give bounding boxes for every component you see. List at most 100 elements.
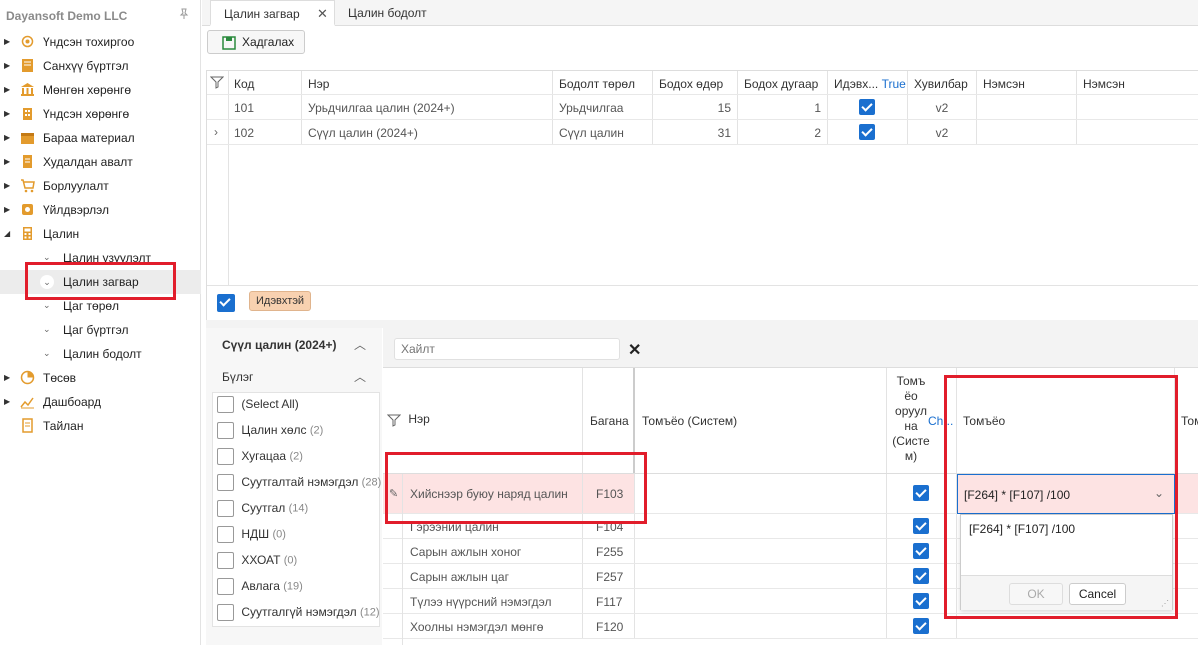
cell-version[interactable]: v2: [908, 120, 977, 144]
sidebar-item-production[interactable]: ▶ Үйлдвэрлэл: [0, 198, 201, 222]
cell-code[interactable]: 102: [229, 120, 302, 144]
ledger-icon: [20, 58, 35, 73]
cell-column[interactable]: F255: [583, 539, 635, 563]
clear-search-icon[interactable]: ✕: [628, 340, 641, 360]
expand-arrow-icon[interactable]: ▶: [4, 61, 10, 70]
splitter[interactable]: [206, 320, 1198, 328]
sidebar-item-dashboard[interactable]: ▶ Дашбоард: [0, 390, 201, 414]
column-header[interactable]: Бодох дугаар: [738, 71, 828, 94]
collapse-arrow-icon[interactable]: ◢: [4, 229, 10, 238]
cell-type[interactable]: Сүүл цалин: [553, 120, 653, 144]
option-item[interactable]: НДШ (0): [217, 526, 286, 552]
cell-type[interactable]: Урьдчилгаа: [553, 95, 653, 119]
sidebar-item-sales[interactable]: ▶ Борлуулалт: [0, 174, 201, 198]
sidebar-item-cash[interactable]: ▶ Мөнгөн хөрөнгө: [0, 78, 201, 102]
sidebar-item-label: Үндсэн хөрөнгө: [43, 107, 130, 121]
cell-formula-system[interactable]: [635, 514, 887, 538]
tab-payroll-template[interactable]: Цалин загвар ✕: [210, 0, 335, 26]
column-header[interactable]: Бодолт төрөл: [553, 71, 653, 94]
option-item[interactable]: Цалин хөлс (2): [217, 422, 323, 448]
cell-code[interactable]: 101: [229, 95, 302, 119]
option-select-all[interactable]: (Select All): [217, 396, 299, 422]
filter-enable-checkbox[interactable]: [217, 294, 235, 315]
sidebar-item-budget[interactable]: ▶ Төсөв: [0, 366, 201, 390]
option-item[interactable]: Суутгалтай нэмэгдэл (28): [217, 474, 381, 500]
cell-name[interactable]: Сарын ажлын цаг: [403, 564, 583, 588]
cell-name[interactable]: Сарын ажлын хоног: [403, 539, 583, 563]
cell-formula-system[interactable]: [635, 539, 887, 563]
sidebar-subitem-payroll-calc[interactable]: ⌄ Цалин бодолт: [0, 342, 201, 366]
dashboard-icon: [20, 394, 35, 409]
column-header[interactable]: Том: [1175, 368, 1198, 473]
cell-number[interactable]: 1: [738, 95, 828, 119]
chevron-up-icon[interactable]: ︿: [354, 336, 366, 353]
column-header[interactable]: Код: [229, 71, 302, 94]
option-count: (19): [283, 580, 303, 593]
expand-arrow-icon[interactable]: ▶: [4, 397, 10, 406]
sidebar-item-payroll[interactable]: ◢ Цалин: [0, 222, 201, 246]
option-item[interactable]: Суутгал (14): [217, 500, 308, 526]
option-item[interactable]: Суутгалгүй нэмэгдэл (12): [217, 604, 380, 630]
filter-tag[interactable]: Идэвхтэй: [249, 291, 312, 311]
cell-formula-system[interactable]: [635, 589, 887, 613]
column-header[interactable]: Нэмсэн: [1077, 71, 1198, 94]
option-label: Авлага: [241, 578, 280, 593]
option-item[interactable]: ХХОАТ (0): [217, 552, 297, 578]
expand-arrow-icon[interactable]: ▶: [4, 181, 10, 190]
table-row[interactable]: 101 Урьдчилгаа цалин (2024+) Урьдчилгаа …: [207, 95, 1198, 120]
option-item[interactable]: Авлага (19): [217, 578, 303, 604]
row-expand-icon[interactable]: ›: [207, 120, 229, 144]
active-checkbox[interactable]: [828, 120, 908, 144]
cell-column[interactable]: F257: [583, 564, 635, 588]
cell-number[interactable]: 2: [738, 120, 828, 144]
cell-version[interactable]: v2: [908, 95, 977, 119]
column-header[interactable]: Нэмсэн: [977, 71, 1077, 94]
column-header[interactable]: Хувилбар: [908, 71, 977, 94]
group-label: Бүлэг: [222, 370, 254, 384]
cell-formula-system[interactable]: [635, 614, 887, 638]
expand-arrow-icon[interactable]: ▶: [4, 37, 10, 46]
bank-icon: [20, 82, 35, 97]
expand-arrow-icon[interactable]: ▶: [4, 85, 10, 94]
option-item[interactable]: Хугацаа (2): [217, 448, 303, 474]
sidebar-item-purchase[interactable]: ▶ Худалдан авалт: [0, 150, 201, 174]
sidebar-item-main-settings[interactable]: ▶ Үндсэн тохиргоо: [0, 30, 201, 54]
pin-icon[interactable]: [178, 8, 190, 20]
expand-arrow-icon[interactable]: ▶: [4, 109, 10, 118]
search-input[interactable]: [394, 338, 620, 360]
column-header[interactable]: Томъёо (Систем): [635, 368, 887, 473]
close-icon[interactable]: ✕: [317, 1, 328, 27]
cell-name[interactable]: Түлээ нүүрсний нэмэгдэл: [403, 589, 583, 613]
column-header[interactable]: Нэр: [302, 71, 553, 94]
cell-name[interactable]: Сүүл цалин (2024+): [302, 120, 553, 144]
cell-day[interactable]: 15: [653, 95, 738, 119]
cell-added[interactable]: [977, 95, 1077, 119]
cell-added[interactable]: [977, 120, 1077, 144]
chevron-up-icon[interactable]: ︿: [354, 368, 366, 385]
cell-day[interactable]: 31: [653, 120, 738, 144]
cell-formula-system[interactable]: [635, 564, 887, 588]
cell-name[interactable]: Хоолны нэмэгдэл мөнгө: [403, 614, 583, 638]
sidebar-subitem-label: Цаг төрөл: [63, 299, 120, 313]
sidebar-item-inventory[interactable]: ▶ Бараа материал: [0, 126, 201, 150]
save-button[interactable]: Хадгалах: [207, 30, 305, 54]
column-header-active[interactable]: Идэвх... True: [828, 71, 908, 94]
sidebar-subitem-time-register[interactable]: ⌄ Цаг бүртгэл: [0, 318, 201, 342]
cell-name[interactable]: Урьдчилгаа цалин (2024+): [302, 95, 553, 119]
expand-arrow-icon[interactable]: ▶: [4, 205, 10, 214]
cell-formula-system[interactable]: [635, 474, 887, 513]
sidebar-item-label: Үндсэн тохиргоо: [43, 35, 135, 49]
cell-column[interactable]: F120: [583, 614, 635, 638]
expand-arrow-icon[interactable]: ▶: [4, 133, 10, 142]
cell-column[interactable]: F117: [583, 589, 635, 613]
expand-arrow-icon[interactable]: ▶: [4, 373, 10, 382]
sidebar-item-finance[interactable]: ▶ Санхүү бүртгэл: [0, 54, 201, 78]
filter-icon[interactable]: [207, 71, 229, 94]
expand-arrow-icon[interactable]: ▶: [4, 157, 10, 166]
sidebar-item-fixed-assets[interactable]: ▶ Үндсэн хөрөнгө: [0, 102, 201, 126]
table-row[interactable]: › 102 Сүүл цалин (2024+) Сүүл цалин 31 2…: [207, 120, 1198, 145]
column-header[interactable]: Бодох өдөр: [653, 71, 738, 94]
sidebar-item-report[interactable]: Тайлан: [0, 414, 201, 438]
tab-payroll-calc[interactable]: Цалин бодолт: [348, 0, 448, 26]
active-checkbox[interactable]: [828, 95, 908, 119]
